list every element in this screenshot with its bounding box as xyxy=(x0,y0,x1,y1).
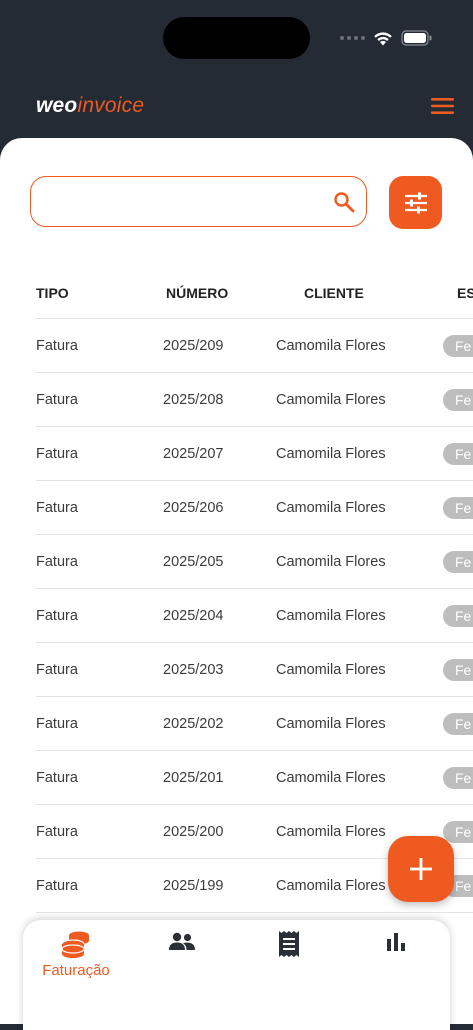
status-badge: Fe xyxy=(443,550,473,573)
nav-item-documentos[interactable] xyxy=(244,930,334,958)
cell-numero: 2025/204 xyxy=(163,607,224,624)
table-row[interactable]: Fatura 2025/208 Camomila Flores Fe xyxy=(36,373,473,427)
nav-item-faturacao[interactable]: Faturação xyxy=(31,930,121,979)
battery-icon xyxy=(401,30,433,46)
cell-tipo: Fatura xyxy=(36,823,78,840)
status-badge: Fe xyxy=(443,820,473,843)
status-badge: Fe xyxy=(443,442,473,465)
cell-tipo: Fatura xyxy=(36,715,78,732)
hamburger-menu-icon[interactable] xyxy=(431,96,455,116)
nav-item-relatorios[interactable] xyxy=(351,930,441,954)
cell-cliente: Camomila Flores xyxy=(276,391,386,408)
cell-estado: Fe xyxy=(443,535,473,588)
logo-weo: weo xyxy=(36,94,78,117)
cell-numero: 2025/205 xyxy=(163,553,224,570)
cell-cliente: Camomila Flores xyxy=(276,337,386,354)
table-row[interactable]: Fatura 2025/207 Camomila Flores Fe xyxy=(36,427,473,481)
cell-cliente: Camomila Flores xyxy=(276,823,386,840)
cell-estado: Fe xyxy=(443,373,473,426)
cell-estado: Fe xyxy=(443,643,473,696)
status-badge: Fe xyxy=(443,658,473,681)
cell-cliente: Camomila Flores xyxy=(276,715,386,732)
cell-estado: Fe xyxy=(443,751,473,804)
status-badge: Fe xyxy=(443,712,473,735)
status-badge: Fe xyxy=(443,334,473,357)
cell-cliente: Camomila Flores xyxy=(276,769,386,786)
cell-numero: 2025/207 xyxy=(163,445,224,462)
bar-chart-icon xyxy=(387,933,405,951)
cell-estado: Fe xyxy=(443,481,473,534)
cell-cliente: Camomila Flores xyxy=(276,877,386,894)
add-invoice-button[interactable] xyxy=(388,836,454,902)
cell-estado: Fe xyxy=(443,805,473,858)
cell-cliente: Camomila Flores xyxy=(276,607,386,624)
coins-icon xyxy=(61,931,89,958)
cell-numero: 2025/206 xyxy=(163,499,224,516)
logo-invoice: invoice xyxy=(77,94,145,117)
cell-numero: 2025/200 xyxy=(163,823,224,840)
search-input[interactable] xyxy=(45,177,329,228)
cell-tipo: Fatura xyxy=(36,445,78,462)
cell-numero: 2025/202 xyxy=(163,715,224,732)
header-estado[interactable]: ES xyxy=(457,268,473,318)
cell-tipo: Fatura xyxy=(36,391,78,408)
cell-numero: 2025/199 xyxy=(163,877,224,894)
cell-cliente: Camomila Flores xyxy=(276,553,386,570)
receipt-icon xyxy=(279,931,299,957)
header-cliente[interactable]: CLIENTE xyxy=(304,268,364,318)
search-icon[interactable] xyxy=(332,190,356,214)
cell-tipo: Fatura xyxy=(36,769,78,786)
cell-tipo: Fatura xyxy=(36,661,78,678)
cell-tipo: Fatura xyxy=(36,499,78,516)
cell-tipo: Fatura xyxy=(36,553,78,570)
cell-estado: Fe xyxy=(443,319,473,372)
search-box xyxy=(30,176,367,228)
status-badge: Fe xyxy=(443,766,473,789)
invoices-table: TIPO NÚMERO CLIENTE ES Fatura 2025/209 Cam… xyxy=(0,268,473,913)
header-numero[interactable]: NÚMERO xyxy=(166,268,228,318)
table-row[interactable]: Fatura 2025/205 Camomila Flores Fe xyxy=(36,535,473,589)
cell-numero: 2025/209 xyxy=(163,337,224,354)
nav-label-faturacao: Faturação xyxy=(42,962,110,979)
cell-cliente: Camomila Flores xyxy=(276,445,386,462)
header-tipo[interactable]: TIPO xyxy=(36,268,69,318)
cell-tipo: Fatura xyxy=(36,877,78,894)
app-logo: weoinvoice xyxy=(36,94,144,118)
app-header: weoinvoice xyxy=(0,88,473,128)
cell-numero: 2025/203 xyxy=(163,661,224,678)
cell-estado: Fe xyxy=(443,427,473,480)
table-row[interactable]: Fatura 2025/206 Camomila Flores Fe xyxy=(36,481,473,535)
table-row[interactable]: Fatura 2025/202 Camomila Flores Fe xyxy=(36,697,473,751)
table-row[interactable]: Fatura 2025/204 Camomila Flores Fe xyxy=(36,589,473,643)
status-badge: Fe xyxy=(443,496,473,519)
sliders-icon xyxy=(404,192,427,213)
table-header-row: TIPO NÚMERO CLIENTE ES xyxy=(36,268,473,319)
table-row[interactable]: Fatura 2025/209 Camomila Flores Fe xyxy=(36,319,473,373)
cell-cliente: Camomila Flores xyxy=(276,499,386,516)
cell-estado: Fe xyxy=(443,859,473,912)
status-badge: Fe xyxy=(443,388,473,411)
dynamic-island xyxy=(163,17,310,59)
table-row[interactable]: Fatura 2025/203 Camomila Flores Fe xyxy=(36,643,473,697)
status-bar xyxy=(340,30,433,46)
bottom-navigation: Faturação xyxy=(23,920,450,1030)
people-icon xyxy=(169,932,195,950)
cell-cliente: Camomila Flores xyxy=(276,661,386,678)
wifi-icon xyxy=(373,30,393,46)
cell-tipo: Fatura xyxy=(36,337,78,354)
status-badge: Fe xyxy=(443,604,473,627)
cell-tipo: Fatura xyxy=(36,607,78,624)
table-row[interactable]: Fatura 2025/201 Camomila Flores Fe xyxy=(36,751,473,805)
cell-numero: 2025/201 xyxy=(163,769,224,786)
plus-icon xyxy=(410,858,432,880)
cell-estado: Fe xyxy=(443,589,473,642)
nav-item-clientes[interactable] xyxy=(137,930,227,954)
signal-icon xyxy=(340,36,365,40)
cell-estado: Fe xyxy=(443,697,473,750)
cell-numero: 2025/208 xyxy=(163,391,224,408)
filter-button[interactable] xyxy=(389,176,442,229)
